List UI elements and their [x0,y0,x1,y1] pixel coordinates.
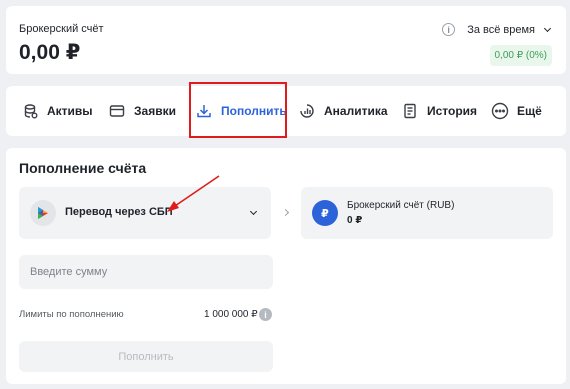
info-icon[interactable]: i [442,23,456,36]
tab-analytics[interactable]: Аналитика [298,86,388,136]
tab-label: История [427,104,478,118]
limits-value: 1 000 000 ₽ [204,309,258,320]
more-icon [491,102,509,120]
tab-assets[interactable]: Активы [21,86,93,136]
chevron-down-icon [249,207,258,216]
ruble-icon: ₽ [312,200,338,226]
chevron-right-icon [281,208,290,217]
limits-label: Лимиты по пополнению [19,309,124,320]
sbp-logo-icon [30,200,56,226]
amount-input[interactable] [19,255,273,289]
tab-orders[interactable]: Заявки [108,86,176,136]
target-account[interactable]: ₽ Брокерский счёт (RUB) 0 ₽ [301,187,553,239]
deposit-submit-button[interactable]: Пополнить [19,341,273,372]
chevron-down-icon [543,24,552,32]
tab-label: Ещё [517,104,542,118]
highlight-frame [189,82,287,138]
history-icon [401,102,419,120]
target-account-name: Брокерский счёт (RUB) [347,200,455,211]
payment-method-select[interactable]: Перевод через СБП [19,187,271,239]
deposit-card: Пополнение счёта Перевод через СБП ₽ Бро… [6,148,566,384]
period-label: За всё время [467,23,535,36]
payment-method-label: Перевод через СБП [65,206,173,218]
tab-more[interactable]: Ещё [491,86,542,136]
account-label: Брокерский счёт [19,23,104,35]
tab-history[interactable]: История [401,86,477,136]
period-selector[interactable]: i За всё время [442,23,552,36]
tab-label: Активы [47,104,93,118]
target-account-amount: 0 ₽ [347,215,363,226]
tab-label: Заявки [134,104,176,118]
account-card: Брокерский счёт 0,00 ₽ i За всё время 0,… [6,6,566,74]
card-icon [108,102,126,120]
assets-icon [21,102,39,120]
account-balance: 0,00 ₽ [19,41,81,64]
analytics-icon [298,102,316,120]
tab-label: Аналитика [324,104,388,118]
deposit-title: Пополнение счёта [19,160,147,176]
info-icon[interactable]: i [259,308,272,321]
change-badge: 0,00 ₽ (0%) [489,45,552,66]
